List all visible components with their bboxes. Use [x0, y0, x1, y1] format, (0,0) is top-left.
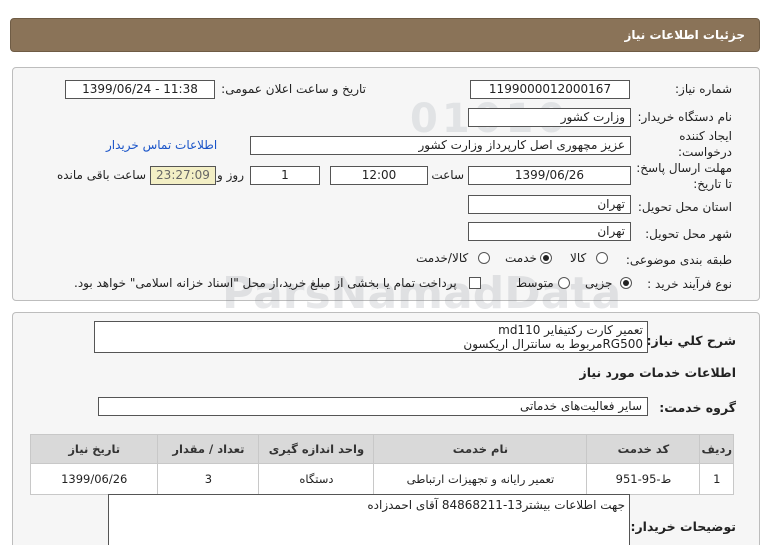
province-label: استان محل تحویل: — [637, 200, 732, 214]
deadline-label-line1: مهلت ارسال پاسخ: — [636, 161, 732, 175]
col-service-code: کد خدمت — [586, 434, 701, 464]
creator-label-line1: ایجاد کننده — [679, 129, 732, 143]
category-option-service: خدمت — [505, 251, 537, 265]
province-field: تهران — [468, 195, 631, 214]
page-title: جزئیات اطلاعات نیاز — [624, 28, 745, 42]
buyer-org-label: نام دستگاه خریدار: — [637, 110, 733, 124]
col-row-number: ردیف — [699, 434, 734, 464]
col-quantity: تعداد / مقدار — [157, 434, 260, 464]
process-radio-medium[interactable] — [558, 277, 570, 289]
services-section-title: اطلاعات خدمات مورد نیاز — [579, 365, 737, 380]
services-table: ردیف کد خدمت نام خدمت واحد اندازه گیری ت… — [29, 434, 734, 495]
deadline-date-field: 1399/06/26 — [468, 166, 631, 185]
treasury-payment-checkbox[interactable] — [469, 277, 481, 289]
table-header-row: ردیف کد خدمت نام خدمت واحد اندازه گیری ت… — [29, 434, 734, 464]
cell-unit: دستگاه — [258, 463, 375, 495]
remaining-time-field: 23:27:09 — [150, 166, 216, 185]
buyer-notes-field: جهت اطلاعات بیشتر13-84868211 آقای احمدزا… — [108, 494, 630, 545]
process-option-medium: متوسط — [516, 276, 554, 290]
remaining-time-label: ساعت باقی مانده — [56, 168, 146, 182]
announce-date-field: 1399/06/24 - 11:38 — [65, 80, 215, 99]
buyer-notes-label: توضیحات خریدار: — [630, 519, 736, 534]
process-label: نوع فرآیند خرید : — [647, 277, 732, 291]
col-service-name: نام خدمت — [373, 434, 588, 464]
category-option-goods: کالا — [570, 251, 587, 265]
creator-label-line2: درخواست: — [678, 145, 732, 159]
buyer-contact-link[interactable]: اطلاعات تماس خریدار — [106, 138, 217, 152]
summary-label: شرح كلي نياز: — [646, 333, 736, 348]
cell-service-code: ط-95-951 — [586, 463, 701, 495]
category-radio-service[interactable] — [540, 252, 552, 264]
deadline-time-field: 12:00 — [330, 166, 428, 185]
service-group-field: سایر فعالیت‌های خدماتی — [98, 397, 648, 416]
days-field: 1 — [250, 166, 320, 185]
city-label: شهر محل تحویل: — [645, 227, 732, 241]
buyer-org-field: وزارت کشور — [468, 108, 631, 127]
category-option-goods-service: کالا/خدمت — [416, 251, 469, 265]
category-radio-goods[interactable] — [596, 252, 608, 264]
col-need-date: تاریخ نیاز — [29, 434, 159, 464]
cell-need-date: 1399/06/26 — [29, 463, 159, 495]
page-header: جزئیات اطلاعات نیاز — [10, 18, 760, 52]
days-label: روز و — [217, 168, 244, 182]
process-radio-minor[interactable] — [620, 277, 632, 289]
col-unit: واحد اندازه گیری — [258, 434, 375, 464]
summary-line-1: تعمیر کارت رکتیفایر md110 — [498, 323, 643, 337]
need-number-field: 1199000012000167 — [470, 80, 630, 99]
deadline-label-line2: تا تاریخ: — [693, 177, 732, 191]
summary-field: تعمیر کارت رکتیفایر md110 RG500مربوط به … — [94, 321, 648, 353]
cell-service-name: تعمیر رایانه و تجهیزات ارتباطی — [373, 463, 588, 495]
category-label: طبقه بندی موضوعی: — [625, 253, 732, 267]
table-row: 1 ط-95-951 تعمیر رایانه و تجهیزات ارتباط… — [29, 463, 734, 495]
process-option-minor: جزیی — [585, 276, 613, 290]
category-radio-goods-service[interactable] — [478, 252, 490, 264]
service-group-label: گروه خدمت: — [659, 400, 736, 415]
announce-date-label: تاریخ و ساعت اعلان عمومی: — [221, 82, 366, 96]
deadline-time-label: ساعت — [431, 168, 464, 182]
creator-field: عزیز مچهوری اصل کارپرداز وزارت کشور — [250, 136, 631, 155]
treasury-payment-note: پرداخت تمام یا بخشی از مبلغ خرید،از محل … — [74, 276, 457, 290]
cell-quantity: 3 — [157, 463, 260, 495]
need-number-label: شماره نیاز: — [675, 82, 732, 96]
cell-row-number: 1 — [699, 463, 734, 495]
city-field: تهران — [468, 222, 631, 241]
buyer-notes-text: جهت اطلاعات بیشتر13-84868211 آقای احمدزا… — [367, 498, 625, 512]
summary-line-2: RG500مربوط به سانترال اریکسون — [463, 337, 643, 351]
